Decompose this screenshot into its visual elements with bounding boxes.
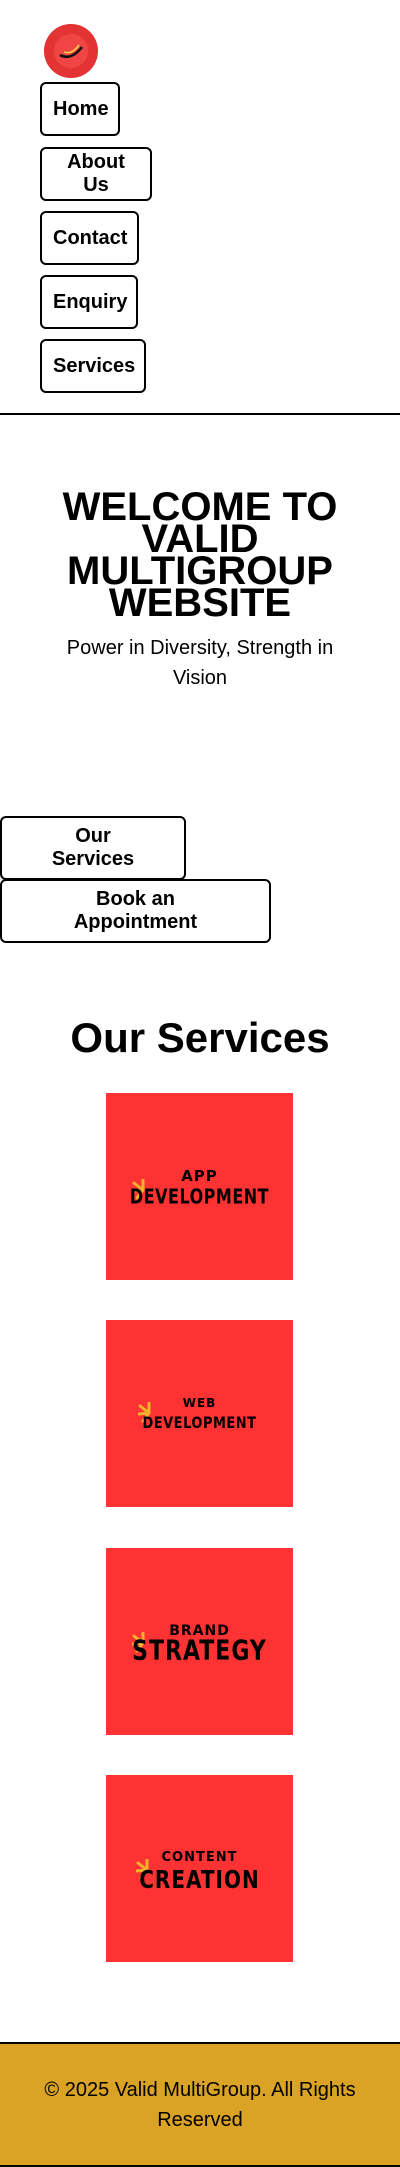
our-services-button[interactable]: Our Services: [0, 816, 186, 880]
site-footer: © 2025 Valid MultiGroup. All Rights Rese…: [0, 2042, 400, 2167]
brand-logo-icon[interactable]: [44, 24, 98, 78]
nav-services-button[interactable]: Services: [40, 339, 146, 393]
service-card-brand-strategy[interactable]: BRAND STRATEGY: [106, 1548, 293, 1735]
nav-home-button[interactable]: Home: [40, 82, 120, 136]
logo-swoosh-icon: [54, 34, 88, 68]
book-appointment-button[interactable]: Book an Appointment: [0, 879, 271, 943]
nav-enquiry-button[interactable]: Enquiry: [40, 275, 138, 329]
footer-copyright: © 2025 Valid MultiGroup. All Rights Rese…: [44, 2078, 356, 2131]
nav-about-button[interactable]: About Us: [40, 147, 152, 201]
service-card-web-development[interactable]: WEB DEVELOPMENT: [106, 1320, 293, 1507]
service-card-app-development[interactable]: APP DEVELOPMENT: [106, 1093, 293, 1280]
nav-contact-button[interactable]: Contact: [40, 211, 139, 265]
hero-title: WELCOME TO VALID MULTIGROUP WEBSITE: [62, 485, 338, 625]
service-title-line2: STRATEGY: [132, 1635, 267, 1667]
service-card-content-creation[interactable]: CONTENT CREATION: [106, 1775, 293, 1962]
services-heading: Our Services: [70, 1014, 330, 1061]
service-title-line2: DEVELOPMENT: [129, 1184, 270, 1208]
service-title-line2: CREATION: [139, 1863, 260, 1894]
service-title-line2: DEVELOPMENT: [142, 1413, 257, 1433]
hero-subtitle: Power in Diversity, Strength in Vision: [66, 637, 334, 689]
site-header: Home About Us Contact Enquiry Services: [0, 0, 400, 415]
